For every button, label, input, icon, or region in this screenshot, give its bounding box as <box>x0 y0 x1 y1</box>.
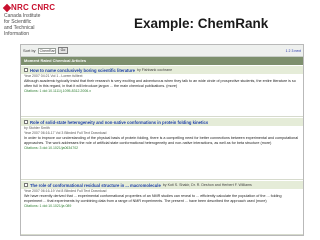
result-title-link[interactable]: The role of conformational residual stru… <box>30 183 161 188</box>
result-authors: by Fishbank cochrane <box>136 68 173 72</box>
select-checkbox[interactable] <box>24 120 28 124</box>
select-checkbox[interactable] <box>24 68 28 72</box>
logo-text: Canada Institute for Scientific and Tech… <box>4 13 40 37</box>
result-header: Role of solid-state heterogeneity and no… <box>21 118 303 126</box>
sort-label: Sort by <box>23 48 36 53</box>
list-item: The role of conformational residual stru… <box>21 180 303 235</box>
result-abstract: In order to improve our understanding of… <box>24 136 299 145</box>
go-button[interactable]: Go <box>57 47 69 54</box>
result-header: The role of conformational residual stru… <box>21 181 303 189</box>
result-title-link[interactable]: How to name conclusively boring scientif… <box>30 68 135 73</box>
result-title-link[interactable]: Role of solid-state heterogeneity and no… <box>30 120 208 125</box>
slide-title: Example: ChemRank <box>134 16 269 31</box>
result-authors: by Koti S. Shakir, Dr. R. Deshon and Her… <box>162 183 252 187</box>
list-item: How to name conclusively boring scientif… <box>21 65 303 117</box>
select-checkbox[interactable] <box>24 183 28 187</box>
result-abstract: We have recently derived that ... experi… <box>24 194 282 203</box>
logo-line: Information <box>4 31 30 37</box>
list-item: Role of solid-state heterogeneity and no… <box>21 117 303 180</box>
org-name: NRC CNRC <box>11 3 56 12</box>
results-header: Moment Rated Chemical Articles <box>21 57 303 65</box>
result-links[interactable]: Citations: 1 doi:10.1021/ja 089 <box>24 204 300 209</box>
pagination[interactable]: 1 2 3 next <box>286 49 301 53</box>
result-links[interactable]: Citations: 3 doi:10.1021/ja0634702 <box>24 146 300 151</box>
result-links[interactable]: Citations: 1 doi:10.1111/j.1095-8312.200… <box>24 89 300 94</box>
sort-select[interactable]: ChemRank <box>37 47 56 54</box>
result-header: How to name conclusively boring scientif… <box>21 66 303 74</box>
nrc-logo-mark: NRC CNRC <box>2 3 56 13</box>
result-abstract: Although academic typically insist that … <box>24 79 296 88</box>
maple-leaf-icon <box>2 3 12 13</box>
nrc-cnrc-logo: NRC CNRC Canada Institute for Scientific… <box>2 3 74 45</box>
chemrank-screenshot: Sort by ChemRank Go 1 2 3 next Moment Ra… <box>20 44 304 236</box>
results-toolbar: Sort by ChemRank Go 1 2 3 next <box>21 45 303 57</box>
